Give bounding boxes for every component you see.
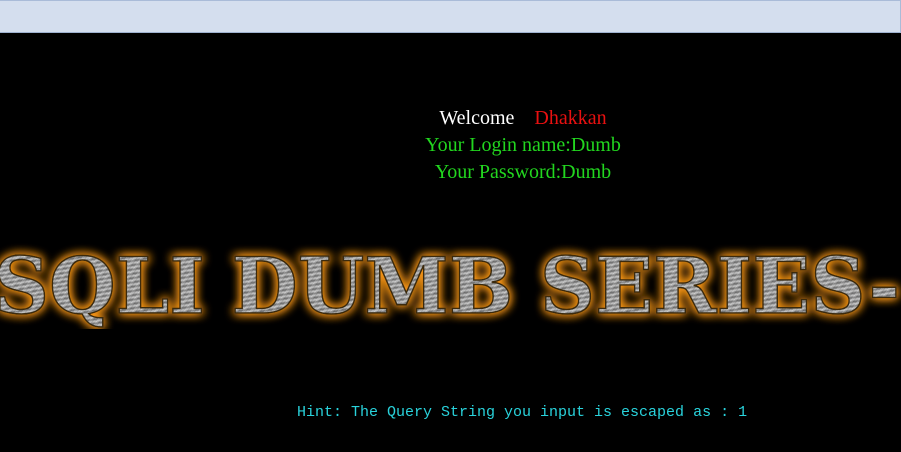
browser-chrome-strip	[0, 0, 901, 33]
welcome-line: Welcome Dhakkan	[0, 105, 901, 131]
welcome-user-name: Dhakkan	[534, 107, 607, 129]
banner-graphic: SQLI DUMB SERIES-	[0, 240, 901, 329]
sqli-dumb-series-banner: SQLI DUMB SERIES-	[0, 239, 901, 329]
welcome-spacer	[514, 107, 534, 129]
login-name-text: Your Login name:Dumb	[425, 134, 621, 156]
page-body: Welcome Dhakkan Your Login name:Dumb You…	[0, 33, 901, 452]
banner-text: SQLI DUMB SERIES-	[0, 241, 900, 329]
hint-text: Hint: The Query String you input is esca…	[297, 404, 748, 421]
welcome-label: Welcome	[439, 107, 515, 129]
password-text: Your Password:Dumb	[434, 161, 612, 183]
